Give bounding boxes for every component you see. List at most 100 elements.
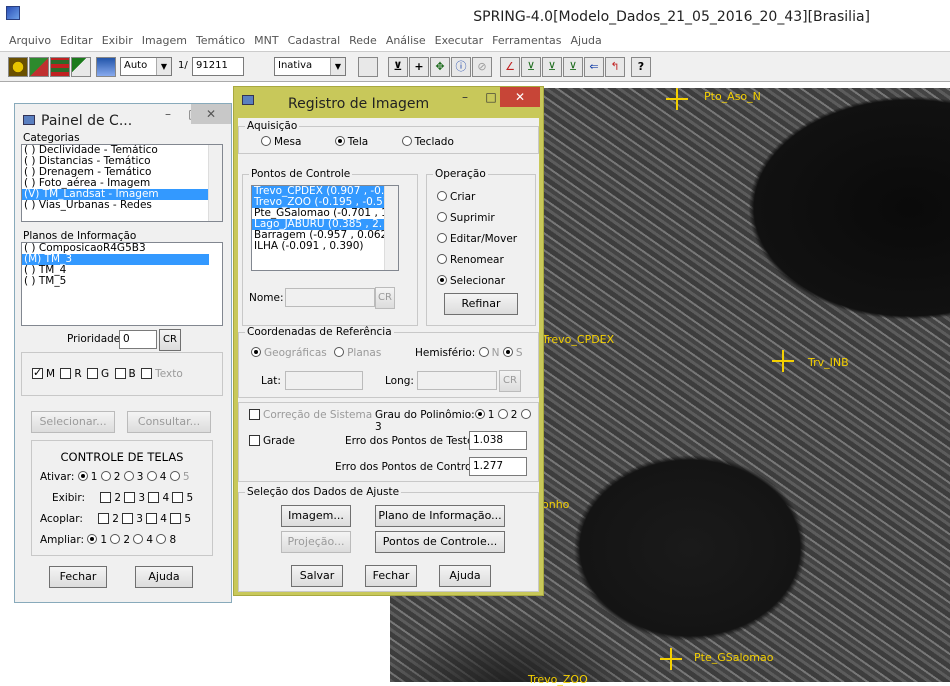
acoplar-5-checkbox[interactable] [170,513,182,524]
projecao-button[interactable]: Projeção... [281,531,351,553]
list-item[interactable]: ( ) TM_5 [22,276,222,287]
suprimir-radio[interactable] [437,212,447,222]
acoplar-3-checkbox[interactable] [122,513,134,524]
exibir-5-checkbox[interactable] [172,492,184,503]
teclado-radio[interactable] [401,136,412,146]
zoom-mode-select[interactable]: Auto ▼ [120,57,172,76]
pontos-list[interactable]: Trevo_CPDEX (0.907 , -0.1 Trevo_ZOO (-0.… [251,185,399,271]
band-g-checkbox[interactable] [87,368,99,379]
menu-tematico[interactable]: Temático [196,34,245,47]
measure-icon[interactable]: ⊘ [472,57,492,77]
planos-list[interactable]: ( ) ComposicaoR4G5B3 (M) TM_3 ( ) TM_4 (… [21,242,223,326]
database-icon[interactable] [8,57,28,77]
hemisferio-n-radio[interactable] [478,347,489,357]
acoplar-2-checkbox[interactable] [98,513,110,524]
band-r-checkbox[interactable] [60,368,72,379]
texto-checkbox[interactable] [141,368,153,379]
ampliar-2-radio[interactable] [110,534,121,544]
zoom-out-icon[interactable]: ⊻ [542,57,562,77]
menu-mnt[interactable]: MNT [254,34,278,47]
panel-icon[interactable] [96,57,116,77]
menu-ferramentas[interactable]: Ferramentas [492,34,561,47]
selecionar-button[interactable]: Selecionar... [31,411,115,433]
refinar-button[interactable]: Refinar [444,293,518,315]
back-icon[interactable]: ⇐ [584,57,604,77]
grau-2-radio[interactable] [497,409,508,419]
pan-icon[interactable]: ✥ [430,57,450,77]
nome-input[interactable] [285,288,375,307]
criar-radio[interactable] [437,191,447,201]
ativar-3-radio[interactable] [123,471,134,481]
menu-analise[interactable]: Análise [386,34,426,47]
long-input[interactable] [417,371,497,390]
ativar-5-radio[interactable] [169,471,180,481]
editar-radio[interactable] [437,233,447,243]
lat-input[interactable] [285,371,363,390]
prioridade-cr-button[interactable]: CR [159,329,181,351]
cursor-icon[interactable]: ⊻ [388,57,408,77]
registro-header[interactable]: Registro de Imagem – □ ✕ [234,87,543,117]
list-item[interactable]: ( ) Vias_Urbanas - Redes [22,200,222,211]
panel-fechar-button[interactable]: Fechar [49,566,107,588]
layers-icon[interactable] [50,57,70,77]
minimize-icon[interactable]: – [155,104,181,124]
plus-icon[interactable]: + [409,57,429,77]
coord-cr-button[interactable]: CR [499,370,521,392]
exibir-4-checkbox[interactable] [148,492,160,503]
scrollbar[interactable] [208,145,222,221]
close-icon[interactable]: ✕ [191,104,231,124]
geograficas-radio[interactable] [251,347,261,357]
help-icon[interactable]: ? [631,57,651,77]
info-icon[interactable]: ⓘ [451,57,471,77]
project-icon[interactable] [29,57,49,77]
zoom-icon[interactable]: ∠ [500,57,520,77]
exibir-3-checkbox[interactable] [124,492,136,503]
menu-cadastral[interactable]: Cadastral [288,34,341,47]
acoplar-4-checkbox[interactable] [146,513,158,524]
renomear-radio[interactable] [437,254,447,264]
grau-3-radio[interactable] [520,409,531,419]
close-icon[interactable]: ✕ [500,87,540,107]
planas-radio[interactable] [334,347,345,357]
correcao-checkbox[interactable] [249,409,260,420]
zoom-in-icon[interactable]: ⊻ [521,57,541,77]
registro-fechar-button[interactable]: Fechar [365,565,417,587]
band-b-checkbox[interactable] [114,368,126,379]
selecionar-radio[interactable] [437,275,447,285]
menu-executar[interactable]: Executar [435,34,484,47]
ativar-2-radio[interactable] [100,471,111,481]
hemisferio-s-radio[interactable] [502,347,513,357]
ativar-1-radio[interactable] [77,471,88,481]
scale-input[interactable]: 91211 [192,57,244,76]
nome-cr-button[interactable]: CR [375,287,395,309]
scrollbar[interactable] [384,186,398,270]
menu-editar[interactable]: Editar [60,34,93,47]
grau-1-radio[interactable] [474,409,485,419]
state-select[interactable]: Inativa ▼ [274,57,346,76]
registro-ajuda-button[interactable]: Ajuda [439,565,491,587]
menu-imagem[interactable]: Imagem [142,34,187,47]
panel-ajuda-button[interactable]: Ajuda [135,566,193,588]
ampliar-1-radio[interactable] [87,534,98,544]
menu-exibir[interactable]: Exibir [102,34,133,47]
tela-radio[interactable] [334,136,345,146]
imagem-button[interactable]: Imagem... [281,505,351,527]
zoom-area-icon[interactable]: ⊻ [563,57,583,77]
edit-icon[interactable] [71,57,91,77]
prioridade-input[interactable]: 0 [119,330,157,349]
categorias-list[interactable]: ( ) Declividade - Temático ( ) Distancia… [21,144,223,222]
mesa-radio[interactable] [261,136,271,146]
draw-icon[interactable] [358,57,378,77]
pontos-controle-button[interactable]: Pontos de Controle... [375,531,505,553]
list-item[interactable]: ILHA (-0.091 , 0.390) [252,241,398,252]
ampliar-8-radio[interactable] [156,534,167,544]
minimize-icon[interactable]: – [452,87,478,107]
exibir-2-checkbox[interactable] [100,492,112,503]
menu-arquivo[interactable]: Arquivo [9,34,51,47]
plano-informacao-button[interactable]: Plano de Informação... [375,505,505,527]
undo-icon[interactable]: ↰ [605,57,625,77]
grade-checkbox[interactable] [249,435,260,446]
salvar-button[interactable]: Salvar [291,565,343,587]
ativar-4-radio[interactable] [146,471,157,481]
ampliar-4-radio[interactable] [133,534,144,544]
